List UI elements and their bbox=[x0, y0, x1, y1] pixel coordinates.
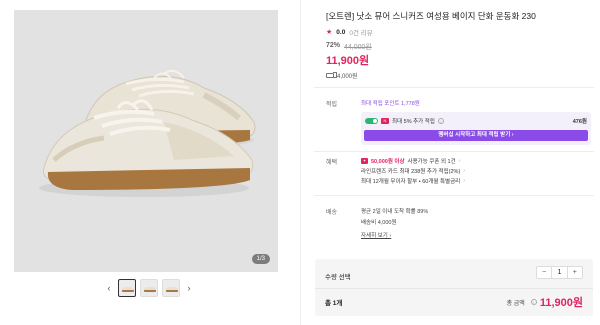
benefit-label: 혜택 bbox=[326, 160, 338, 166]
total-amount: 11,900원 bbox=[539, 297, 583, 309]
membership-join-button[interactable]: 멤버십 시작하고 최대 적립 받기 › bbox=[364, 130, 588, 141]
quantity-stepper: − 1 + bbox=[536, 266, 583, 279]
shipping-fee-value: 4,000원 bbox=[337, 74, 358, 80]
section-divider bbox=[314, 151, 594, 152]
points-row: N 최대 5% 추가 적립 i 476원 bbox=[365, 117, 587, 125]
discount-rate: 72% bbox=[326, 42, 341, 49]
total-label: 총 금액 bbox=[506, 300, 525, 307]
coupon-threshold: 50,000원 이상 bbox=[371, 159, 405, 165]
thumbnail-2[interactable] bbox=[140, 279, 158, 297]
delivery-arrival: 평균 2일 이내 도착 확률 89% bbox=[361, 209, 429, 215]
shipping-fee: 4,000원 bbox=[326, 71, 358, 80]
section-divider bbox=[314, 195, 594, 196]
delivery-label: 배송 bbox=[326, 210, 338, 216]
max-points[interactable]: 최대 적립 포인트 1,778원 bbox=[361, 99, 420, 107]
minus-button[interactable]: − bbox=[537, 267, 551, 278]
info-icon[interactable]: i bbox=[437, 118, 444, 124]
original-price: 44,000원 bbox=[344, 44, 372, 51]
product-title: [오트렌] 낫소 뮤어 스니커즈 여성용 베이지 단화 운동화 230 bbox=[326, 11, 536, 21]
order-box: 수량 선택 − 1 + 총 1개 총 금액 i 11,900원 bbox=[315, 259, 593, 316]
rating: ★ 0.0 0건 리뷰 bbox=[326, 27, 373, 38]
prev-arrow-icon[interactable]: ‹ bbox=[104, 283, 114, 293]
chevron-right-icon: › bbox=[458, 158, 461, 164]
points-row-value: 476원 bbox=[572, 119, 587, 125]
price-line: 72% 44,000원 bbox=[326, 42, 372, 52]
truck-icon bbox=[326, 72, 337, 78]
rating-score: 0.0 bbox=[336, 28, 346, 36]
column-divider bbox=[300, 0, 301, 325]
product-gallery: 1/3 ‹ › bbox=[0, 0, 300, 325]
image-counter: 1/3 bbox=[251, 254, 270, 264]
quantity-label: 수량 선택 bbox=[325, 274, 351, 281]
points-box: N 최대 5% 추가 적립 i 476원 멤버십 시작하고 최대 적립 받기 › bbox=[361, 112, 591, 145]
points-row-text: 최대 5% 추가 적립 bbox=[392, 119, 435, 125]
sale-price: 11,900원 bbox=[326, 55, 370, 67]
delivery-fee: 배송비 4,000원 bbox=[361, 220, 397, 226]
section-divider bbox=[314, 87, 594, 88]
sneakers-image bbox=[39, 69, 256, 197]
thumbnail-strip: ‹ › bbox=[104, 279, 194, 297]
coupon-line[interactable]: ✦ 50,000원 이상 사용가능 쿠폰 외 1건 › bbox=[361, 157, 461, 165]
card-points-line[interactable]: 라인프렌즈 카드 최대 238원 추가 적립(2%) › bbox=[361, 167, 465, 175]
plus-button[interactable]: + bbox=[568, 267, 582, 278]
thumbnail-3[interactable] bbox=[162, 279, 180, 297]
total-amount-block: 총 금액 i 11,900원 bbox=[507, 294, 583, 310]
total-count: 총 1개 bbox=[325, 300, 343, 307]
coupon-badge-icon: ✦ bbox=[361, 158, 368, 164]
next-arrow-icon[interactable]: › bbox=[184, 283, 194, 293]
chevron-right-icon: › bbox=[463, 168, 466, 174]
card-tag-icon: N bbox=[381, 118, 389, 124]
points-label: 적립 bbox=[326, 102, 338, 108]
thumbnail-1[interactable] bbox=[118, 279, 136, 297]
installment-line[interactable]: 최대 12개월 무이자 할부 • 60개월 특별금리 › bbox=[361, 177, 465, 185]
chevron-right-icon: › bbox=[463, 178, 466, 184]
star-icon: ★ bbox=[326, 29, 333, 36]
product-info: [오트렌] 낫소 뮤어 스니커즈 여성용 베이지 단화 운동화 230 ★ 0.… bbox=[314, 0, 594, 325]
coupon-text: 사용가능 쿠폰 외 1건 bbox=[407, 159, 456, 165]
membership-toggle[interactable] bbox=[365, 118, 378, 124]
delivery-detail-link[interactable]: 자세히 보기 › bbox=[361, 231, 391, 239]
quantity-value[interactable]: 1 bbox=[551, 267, 568, 278]
order-divider bbox=[315, 288, 593, 289]
installment-text: 최대 12개월 무이자 할부 • 60개월 특별금리 bbox=[361, 179, 461, 185]
main-product-image[interactable]: 1/3 bbox=[14, 10, 278, 272]
info-icon[interactable]: i bbox=[530, 299, 537, 305]
card-points-text: 라인프렌즈 카드 최대 238원 추가 적립(2%) bbox=[361, 169, 461, 175]
review-count[interactable]: 0건 리뷰 bbox=[349, 27, 372, 37]
